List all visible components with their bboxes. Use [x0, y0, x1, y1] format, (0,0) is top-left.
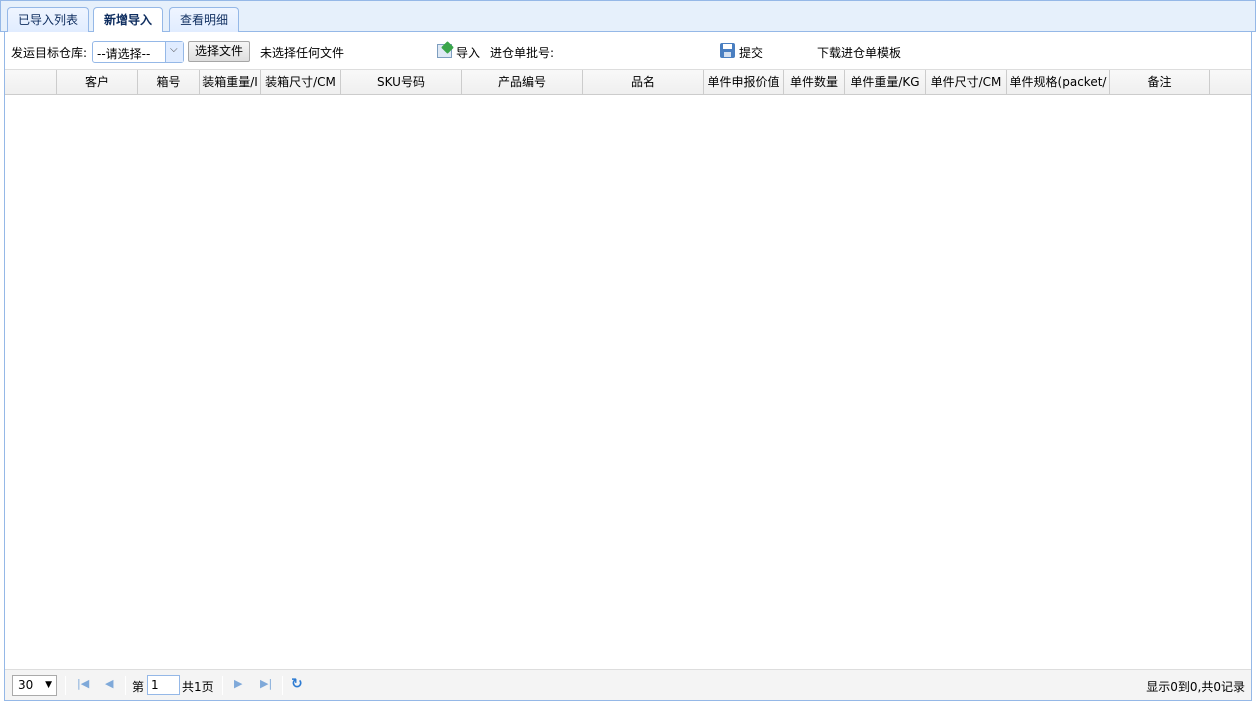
submit-button[interactable]: 提交 [739, 44, 763, 61]
new-import-panel: 发运目标仓库: --请选择-- ⌵ 选择文件 未选择任何文件 导入 进仓单批号:… [4, 32, 1252, 701]
column-header[interactable]: 单件申报价值 [704, 70, 784, 94]
pager-separator [282, 676, 283, 695]
pager: 30 ▼ |◀ ◀ 第 共1页 ▶ ▶| ↻ 显示0到0,共0记录 [5, 669, 1251, 700]
dropdown-arrow-icon: ▼ [45, 680, 52, 690]
column-header[interactable]: 品名 [583, 70, 704, 94]
page-number-input[interactable] [147, 675, 180, 695]
column-header[interactable]: 产品编号 [462, 70, 583, 94]
column-header[interactable]: 单件重量/KG [845, 70, 926, 94]
column-header[interactable]: 单件尺寸/CM [926, 70, 1007, 94]
column-header[interactable]: SKU号码 [341, 70, 462, 94]
column-header[interactable]: 单件规格(packet/ [1007, 70, 1110, 94]
warehouse-label: 发运目标仓库: [11, 46, 88, 60]
tabs-bar: 已导入列表 新增导入 查看明细 [0, 0, 1256, 34]
column-header[interactable]: 箱号 [138, 70, 200, 94]
prev-page-icon[interactable]: ◀ [105, 677, 113, 690]
next-page-icon[interactable]: ▶ [234, 677, 242, 690]
dropdown-arrow[interactable]: ⌵ [165, 42, 183, 62]
total-pages: 共1页 [182, 680, 214, 694]
pager-separator [65, 676, 66, 695]
grid-header: 客户 箱号 装箱重量/I 装箱尺寸/CM SKU号码 产品编号 品名 单件申报价… [5, 70, 1251, 95]
pager-separator [222, 676, 223, 695]
header-cell-blank [5, 70, 57, 94]
grid-body [5, 95, 1251, 669]
save-icon[interactable] [720, 43, 735, 58]
batch-number-label: 进仓单批号: [490, 46, 555, 60]
record-summary: 显示0到0,共0记录 [1146, 680, 1245, 694]
no-file-text: 未选择任何文件 [260, 46, 345, 60]
import-icon[interactable] [437, 44, 452, 58]
choose-file-button[interactable]: 选择文件 [188, 41, 251, 62]
column-header[interactable]: 装箱尺寸/CM [261, 70, 341, 94]
column-header[interactable]: 单件数量 [784, 70, 845, 94]
download-template-link[interactable]: 下载进仓单模板 [817, 44, 901, 61]
page-size-select[interactable]: 30 ▼ [12, 675, 57, 696]
tab-new-import[interactable]: 新增导入 [93, 7, 164, 34]
warehouse-select-value: --请选择-- [97, 47, 151, 61]
page-size-value: 30 [18, 678, 34, 692]
tab-view-details[interactable]: 查看明细 [169, 7, 240, 33]
warehouse-select[interactable]: --请选择-- ⌵ [92, 41, 184, 63]
refresh-icon[interactable]: ↻ [291, 676, 303, 692]
toolbar: 发运目标仓库: --请选择-- ⌵ 选择文件 未选择任何文件 导入 进仓单批号:… [5, 32, 1251, 70]
column-header[interactable]: 备注 [1110, 70, 1210, 94]
import-button[interactable]: 导入 [456, 44, 480, 61]
first-page-icon[interactable]: |◀ [77, 677, 89, 690]
last-page-icon[interactable]: ▶| [260, 677, 272, 690]
column-header[interactable]: 客户 [57, 70, 138, 94]
chevron-down-icon: ⌵ [170, 44, 178, 55]
pager-separator [125, 676, 126, 695]
page-prefix: 第 [132, 680, 145, 694]
column-header[interactable]: 装箱重量/I [200, 70, 261, 94]
tab-imported-list[interactable]: 已导入列表 [7, 7, 90, 33]
